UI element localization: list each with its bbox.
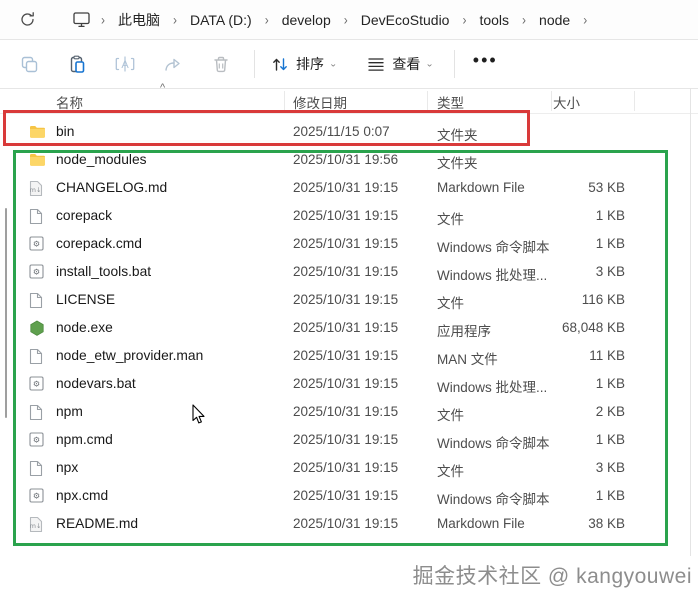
command-toolbar: A 排序: [0, 40, 698, 89]
copy-icon[interactable]: [12, 47, 46, 81]
left-scrollbar-thumb[interactable]: [5, 208, 7, 418]
paste-icon[interactable]: [60, 47, 94, 81]
sort-arrows-icon: [271, 56, 289, 73]
monitor-icon[interactable]: [66, 11, 97, 28]
toolbar-divider: [453, 50, 455, 78]
column-divider[interactable]: [634, 91, 635, 111]
view-lines-icon: [367, 56, 385, 72]
chevron-down-icon: ⌄: [425, 59, 434, 69]
more-options-button[interactable]: •••: [463, 47, 508, 81]
breadcrumb-item-5[interactable]: tools: [470, 9, 518, 31]
red-highlight-box: [3, 110, 530, 146]
breadcrumb: › 此电脑 › DATA (D:) › develop › DevEcoStudio › tool…: [66, 7, 591, 33]
watermark-text: 掘金技术社区 @ kangyouwei: [412, 565, 692, 588]
green-highlight-box: [13, 150, 668, 546]
share-icon[interactable]: [156, 47, 190, 81]
breadcrumb-chevron-icon: ›: [264, 11, 269, 28]
breadcrumb-chevron-icon: ›: [343, 11, 348, 28]
window-right-edge: [690, 88, 691, 556]
breadcrumb-item-4[interactable]: DevEcoStudio: [352, 9, 459, 31]
breadcrumb-item-6[interactable]: node: [530, 9, 579, 31]
sort-button[interactable]: 排序 ⌄: [263, 47, 345, 81]
view-label: 查看: [392, 56, 421, 72]
breadcrumb-item-3[interactable]: develop: [273, 9, 340, 31]
breadcrumb-item-2[interactable]: DATA (D:): [181, 9, 261, 31]
column-header-name[interactable]: 名称: [56, 92, 83, 112]
breadcrumb-chevron-icon: ›: [522, 11, 527, 28]
column-header-date[interactable]: 修改日期: [293, 92, 347, 112]
sort-ascending-indicator: ^: [160, 82, 166, 94]
sort-label: 排序: [296, 56, 324, 72]
column-header-size[interactable]: 大小: [553, 92, 580, 112]
column-divider[interactable]: [427, 91, 428, 111]
address-bar: › 此电脑 › DATA (D:) › develop › DevEcoStudio › tool…: [0, 0, 698, 40]
breadcrumb-chevron-icon: ›: [173, 11, 177, 28]
mouse-cursor-icon: [192, 404, 206, 425]
file-explorer-window: › 此电脑 › DATA (D:) › develop › DevEcoStudio › tool…: [0, 0, 698, 605]
column-divider[interactable]: [284, 91, 285, 111]
delete-icon[interactable]: [204, 47, 238, 81]
column-divider[interactable]: [551, 91, 552, 111]
view-button[interactable]: 查看 ⌄: [359, 47, 441, 81]
breadcrumb-chevron-icon: ›: [462, 11, 467, 28]
ellipsis-icon: •••: [472, 50, 498, 70]
breadcrumb-item-1[interactable]: 此电脑: [109, 7, 169, 33]
refresh-icon[interactable]: [16, 3, 38, 37]
column-header-type[interactable]: 类型: [437, 92, 464, 112]
toolbar-divider: [254, 50, 255, 78]
rename-icon[interactable]: A: [108, 47, 142, 81]
breadcrumb-chevron-icon: ›: [583, 11, 588, 28]
breadcrumb-chevron-icon: ›: [101, 11, 105, 28]
chevron-down-icon: ⌄: [329, 59, 338, 69]
